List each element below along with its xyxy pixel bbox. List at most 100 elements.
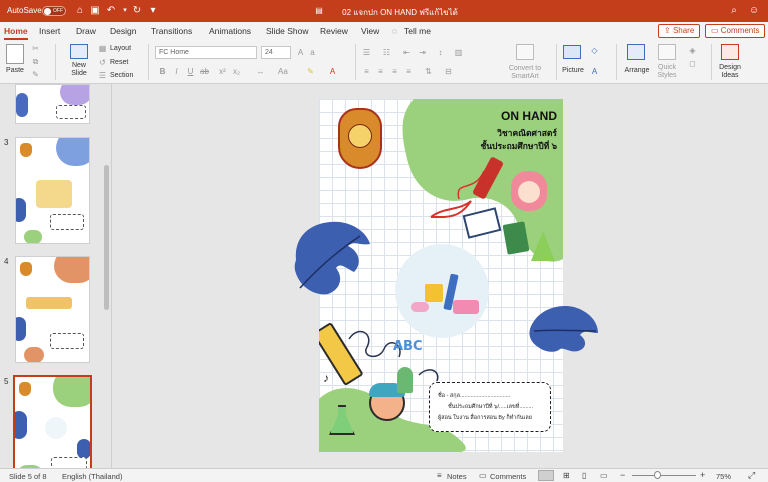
convert-smartart-label[interactable]: Convert to SmartArt bbox=[500, 65, 550, 81]
underline-icon[interactable]: U bbox=[186, 67, 195, 76]
tab-home[interactable]: Home bbox=[4, 26, 28, 40]
undo-icon[interactable]: ↶ bbox=[105, 5, 117, 17]
columns-icon[interactable]: ▥ bbox=[454, 48, 463, 57]
class-field-line[interactable]: ชั้นประถมศึกษาปีที่ ๖/.....เลขที่.......… bbox=[448, 403, 533, 411]
font-color-icon[interactable]: A bbox=[328, 67, 337, 76]
share-button[interactable]: ⇪ Share bbox=[658, 24, 701, 38]
smartart-icon[interactable] bbox=[516, 44, 534, 60]
shapes-icon[interactable]: ◇ bbox=[590, 46, 599, 55]
slide-thumbnail-pane[interactable]: 3 4 5 bbox=[0, 84, 112, 468]
justify-icon[interactable]: ≡ bbox=[404, 67, 413, 76]
slide-thumbnail-2[interactable] bbox=[15, 84, 90, 124]
align-left-icon[interactable]: ≡ bbox=[362, 67, 371, 76]
design-ideas-label[interactable]: Design Ideas bbox=[714, 64, 746, 80]
notes-button[interactable]: Notes bbox=[447, 472, 467, 481]
comments-status-button[interactable]: Comments bbox=[490, 472, 526, 481]
autosave-toggle[interactable]: OFF bbox=[42, 6, 66, 16]
comments-button[interactable]: ▭ Comments bbox=[705, 24, 766, 38]
new-slide-label[interactable]: New Slide bbox=[64, 62, 94, 78]
name-box[interactable]: ชื่อ - สกุล.............................… bbox=[429, 382, 551, 432]
cut-icon[interactable]: ✂ bbox=[31, 44, 40, 53]
tab-transitions[interactable]: Transitions bbox=[151, 26, 192, 36]
font-name-combo[interactable]: FC Home bbox=[155, 46, 257, 59]
shape-outline-icon[interactable]: ◻ bbox=[688, 59, 697, 68]
slide-sorter-icon[interactable]: ⊞ bbox=[563, 471, 570, 480]
subscript-icon[interactable]: x₂ bbox=[232, 67, 241, 76]
slide-thumbnail-4[interactable] bbox=[15, 256, 90, 363]
slide-grade[interactable]: ชั้นประถมศึกษาปีที่ ๖ bbox=[427, 139, 557, 153]
shape-fill-icon[interactable]: ◈ bbox=[688, 46, 697, 55]
bold-icon[interactable]: B bbox=[158, 67, 167, 76]
tab-slide-show[interactable]: Slide Show bbox=[266, 26, 309, 36]
reading-view-icon[interactable]: ▯ bbox=[582, 471, 586, 480]
slideshow-view-icon[interactable]: ▭ bbox=[600, 471, 608, 480]
tab-draw[interactable]: Draw bbox=[76, 26, 96, 36]
arrange-label[interactable]: Arrange bbox=[621, 67, 653, 74]
zoom-level[interactable]: 75% bbox=[716, 472, 731, 481]
account-icon[interactable]: ☺ bbox=[748, 5, 760, 17]
increase-indent-icon[interactable]: ⇥ bbox=[418, 48, 427, 57]
thumbnail-scrollbar[interactable] bbox=[104, 165, 109, 310]
italic-icon[interactable]: I bbox=[172, 67, 181, 76]
fit-to-window-icon[interactable]: ⤢ bbox=[748, 470, 755, 481]
tab-animations[interactable]: Animations bbox=[209, 26, 251, 36]
text-direction-icon[interactable]: ⇅ bbox=[424, 67, 433, 76]
redo-icon[interactable]: ↻ bbox=[131, 5, 143, 17]
align-text-icon[interactable]: ⊟ bbox=[444, 67, 453, 76]
text-box-icon[interactable]: A bbox=[590, 67, 599, 76]
tell-me-search[interactable]: Tell me bbox=[404, 26, 431, 36]
tab-review[interactable]: Review bbox=[320, 26, 348, 36]
tab-design[interactable]: Design bbox=[110, 26, 136, 36]
increase-font-icon[interactable]: A bbox=[296, 48, 305, 57]
layout-button[interactable]: Layout bbox=[110, 45, 131, 52]
tab-view[interactable]: View bbox=[361, 26, 379, 36]
highlight-icon[interactable]: ✎ bbox=[306, 67, 315, 76]
picture-icon[interactable] bbox=[563, 45, 581, 59]
reset-button[interactable]: Reset bbox=[110, 59, 128, 66]
picture-label[interactable]: Picture bbox=[558, 67, 588, 74]
name-field-line[interactable]: ชื่อ - สกุล.............................… bbox=[438, 392, 510, 400]
more-icon[interactable]: ▾ bbox=[147, 5, 159, 17]
language-status[interactable]: English (Thailand) bbox=[62, 472, 122, 481]
decrease-font-icon[interactable]: a bbox=[308, 48, 317, 57]
search-icon[interactable]: ⌕ bbox=[728, 5, 740, 17]
undo-dropdown-icon[interactable]: ▾ bbox=[119, 5, 131, 17]
slide-thumbnail-5[interactable] bbox=[13, 375, 92, 468]
align-center-icon[interactable]: ≡ bbox=[376, 67, 385, 76]
paste-label[interactable]: Paste bbox=[4, 67, 26, 74]
tab-insert[interactable]: Insert bbox=[39, 26, 60, 36]
decrease-indent-icon[interactable]: ⇤ bbox=[402, 48, 411, 57]
slide-thumbnail-3[interactable] bbox=[15, 137, 90, 244]
layout-icon[interactable]: ▦ bbox=[98, 44, 107, 53]
line-spacing-icon[interactable]: ↕ bbox=[436, 48, 445, 57]
new-slide-icon[interactable] bbox=[70, 44, 88, 59]
teacher-field-line[interactable]: ผู้สอน ใบงาน สื่อการสอน By ก็ทำกันเลย bbox=[438, 414, 532, 422]
zoom-in-icon[interactable]: + bbox=[700, 470, 705, 480]
change-case-icon[interactable]: Aa bbox=[278, 67, 288, 76]
section-button[interactable]: Section bbox=[110, 72, 133, 79]
slide-title[interactable]: ON HAND bbox=[437, 109, 557, 123]
font-size-combo[interactable]: 24 bbox=[261, 46, 291, 59]
bullets-icon[interactable]: ☰ bbox=[362, 48, 371, 57]
zoom-slider-track[interactable] bbox=[632, 475, 696, 476]
align-right-icon[interactable]: ≡ bbox=[390, 67, 399, 76]
home-icon[interactable]: ⌂ bbox=[74, 5, 86, 17]
quick-styles-icon[interactable] bbox=[658, 44, 676, 60]
save-icon[interactable]: ▣ bbox=[89, 5, 101, 17]
numbering-icon[interactable]: ☷ bbox=[382, 48, 391, 57]
strikethrough-icon[interactable]: ab bbox=[200, 67, 209, 76]
slide-subject[interactable]: วิชาคณิตศาสตร์ bbox=[437, 126, 557, 140]
quick-styles-label[interactable]: Quick Styles bbox=[652, 64, 682, 80]
design-ideas-icon[interactable] bbox=[721, 44, 739, 60]
superscript-icon[interactable]: x² bbox=[218, 67, 227, 76]
copy-icon[interactable]: ⧉ bbox=[31, 57, 40, 66]
char-spacing-icon[interactable]: ↔ bbox=[256, 67, 265, 76]
format-painter-icon[interactable]: ✎ bbox=[31, 70, 40, 79]
normal-view-icon[interactable] bbox=[538, 470, 554, 481]
section-icon[interactable]: ☰ bbox=[98, 71, 107, 80]
zoom-out-icon[interactable]: − bbox=[620, 470, 625, 480]
zoom-slider-handle[interactable] bbox=[654, 471, 661, 479]
arrange-icon[interactable] bbox=[627, 44, 645, 60]
reset-icon[interactable]: ↺ bbox=[98, 58, 107, 67]
paste-icon[interactable] bbox=[6, 44, 24, 64]
